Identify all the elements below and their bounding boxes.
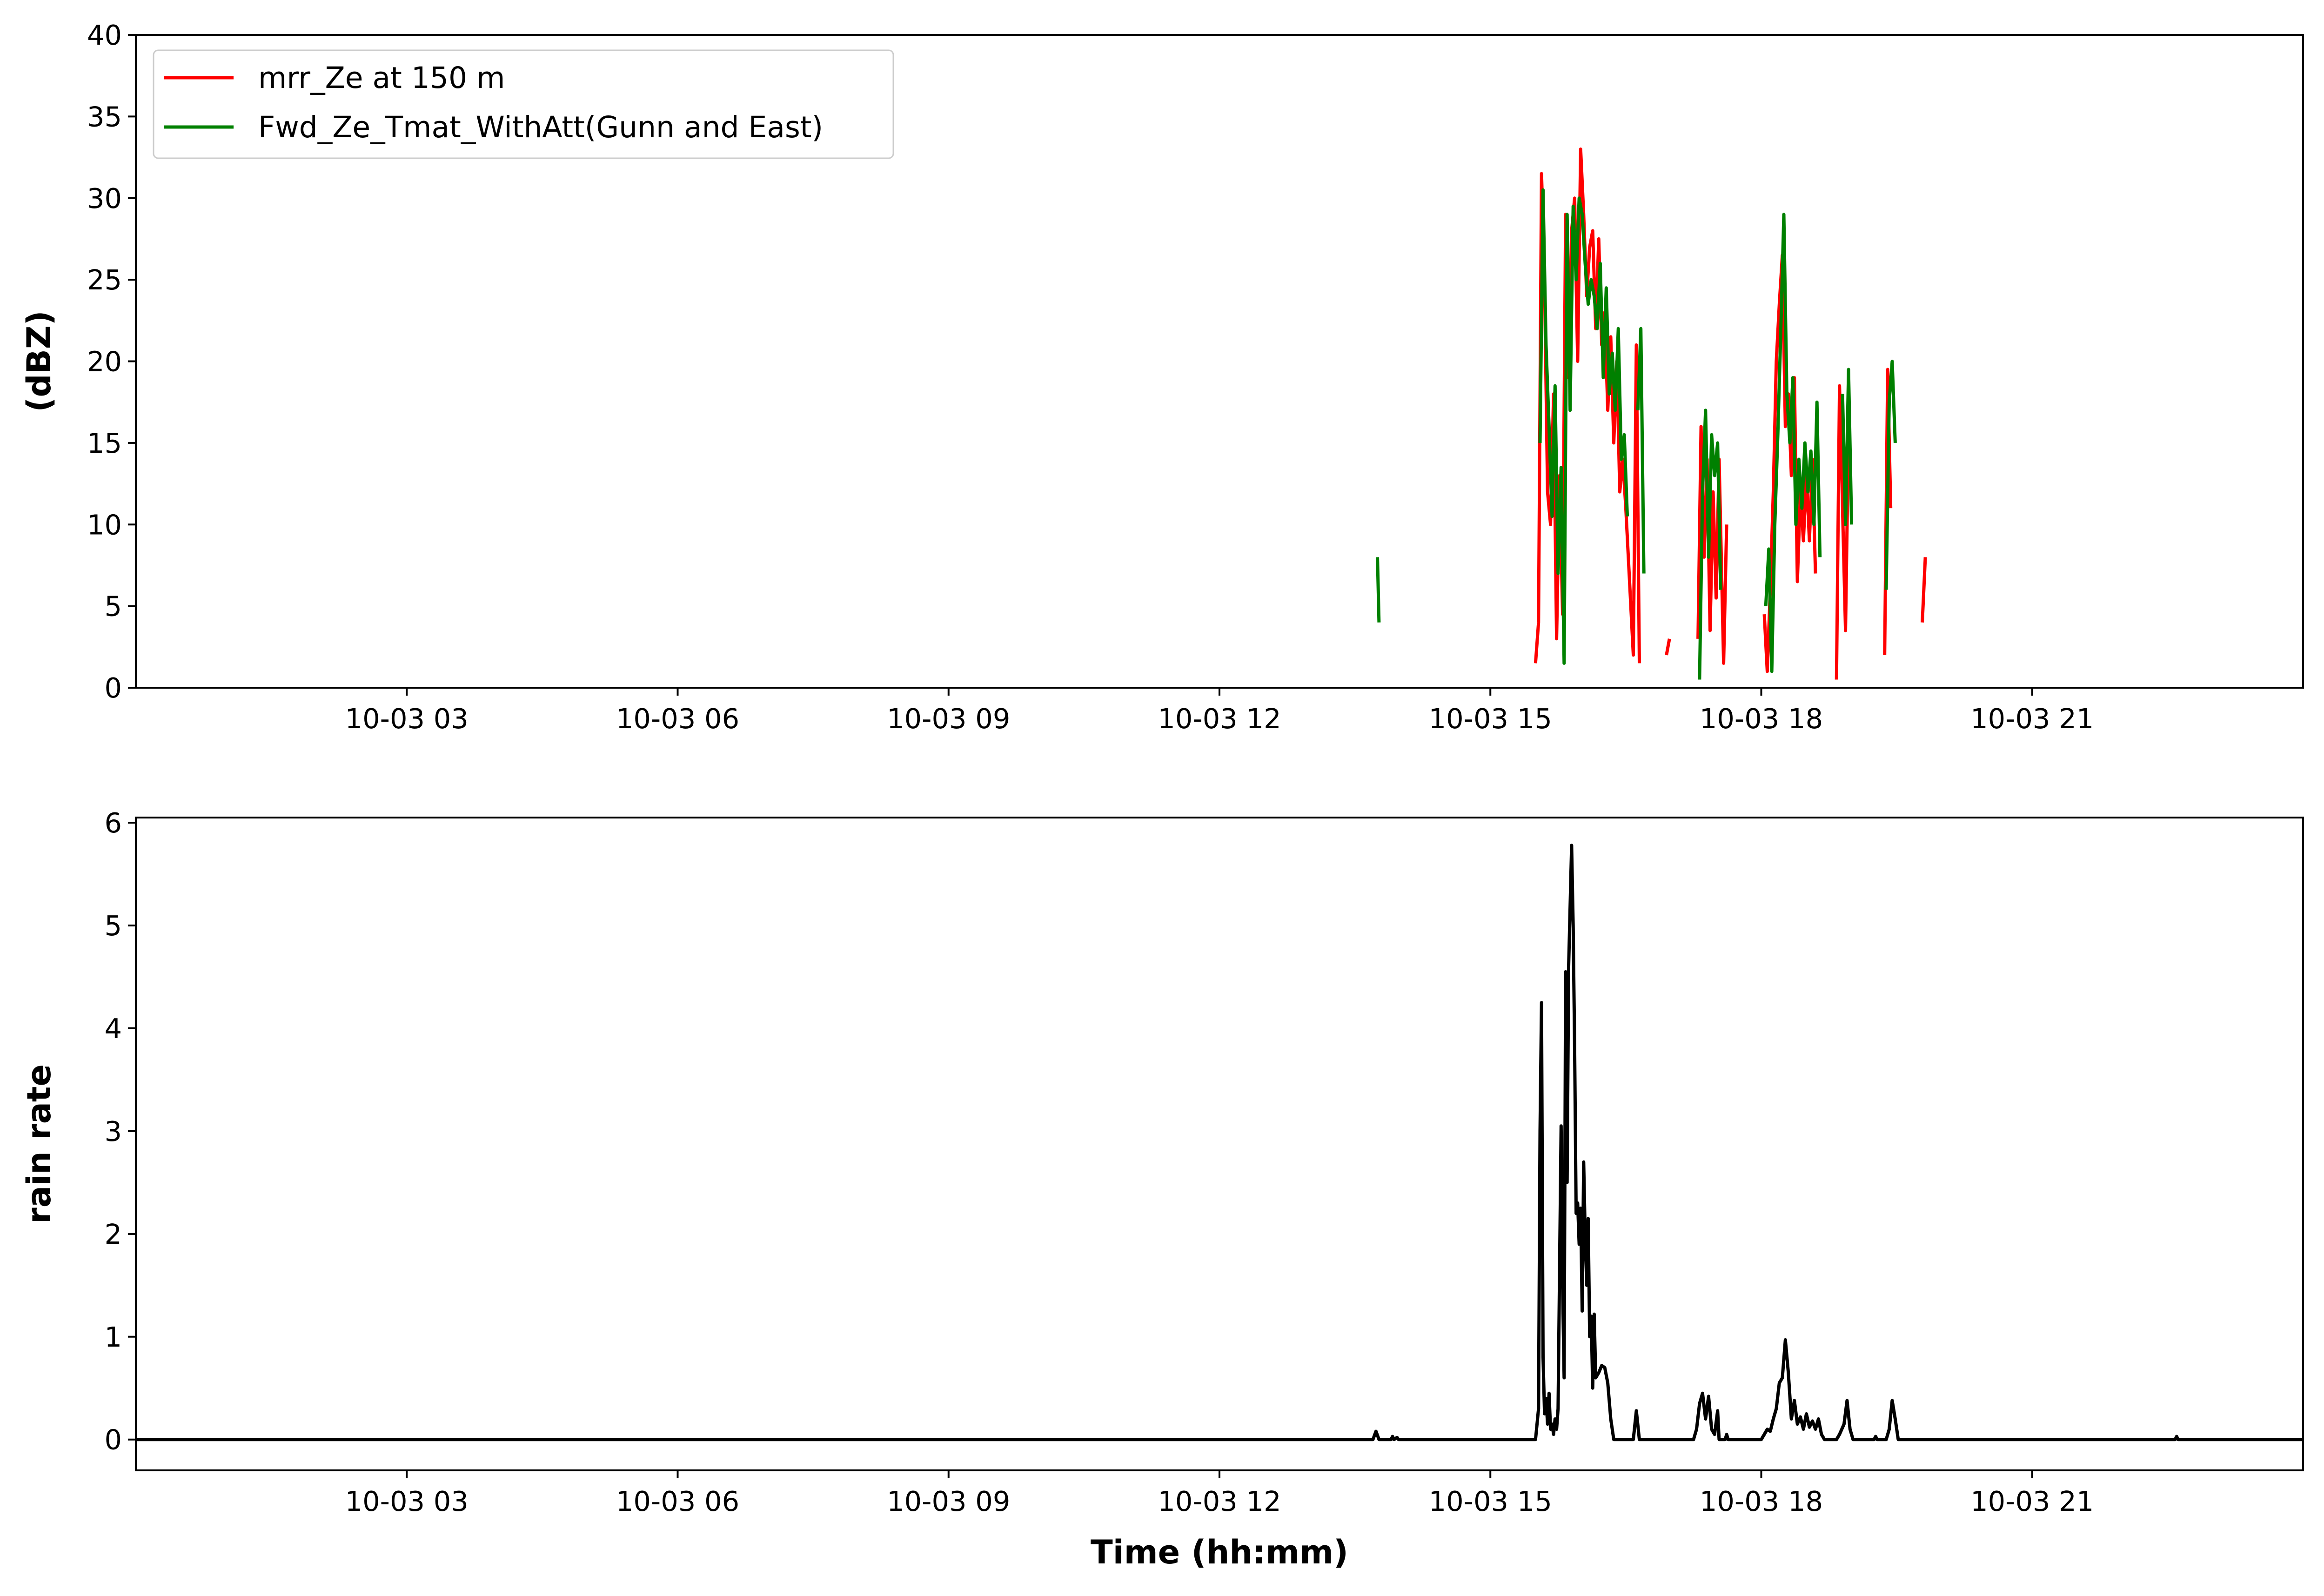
reflectivity-y-axis-title: (dBZ) [20,310,58,412]
x-tick-label: 10-03 18 [1700,703,1823,735]
y-tick-label: 20 [87,346,122,378]
rain-rate-y-axis-title: rain rate [20,1064,58,1224]
x-tick-label: 10-03 06 [616,1485,739,1517]
y-tick-label: 40 [87,19,122,51]
y-tick-label: 1 [104,1321,122,1353]
x-tick-label: 10-03 18 [1700,1485,1823,1517]
legend-label-mrr-ze: mrr_Ze at 150 m [258,61,505,95]
y-tick-label: 35 [87,101,122,133]
x-tick-label: 10-03 09 [887,1485,1010,1517]
y-tick-label: 30 [87,182,122,215]
x-tick-label: 10-03 15 [1429,1485,1552,1517]
y-tick-label: 10 [87,509,122,541]
reflectivity-legend: mrr_Ze at 150 m Fwd_Ze_Tmat_WithAtt(Gunn… [153,49,894,159]
y-tick-label: 5 [104,910,122,942]
time-x-axis-title: Time (hh:mm) [1091,1533,1348,1571]
x-tick-label: 10-03 21 [1970,703,2094,735]
x-tick-label: 10-03 06 [616,703,739,735]
y-tick-label: 25 [87,264,122,296]
series-1-segment-0 [1376,557,1381,623]
y-tick-label: 5 [104,590,122,623]
y-tick-label: 0 [104,672,122,704]
y-tick-label: 3 [104,1115,122,1147]
y-tick-label: 15 [87,427,122,459]
y-tick-label: 4 [104,1013,122,1045]
y-tick-label: 2 [104,1218,122,1250]
y-tick-label: 6 [104,807,122,839]
figure-background [0,0,2324,1596]
x-tick-label: 10-03 12 [1158,703,1281,735]
y-tick-label: 0 [104,1424,122,1456]
x-tick-label: 10-03 03 [345,703,469,735]
figure: 0510152025303540 10-03 03 10-03 06 10-03 0… [0,0,2324,1596]
x-tick-label: 10-03 21 [1970,1485,2094,1517]
x-tick-label: 10-03 09 [887,703,1010,735]
legend-label-fwd-ze: Fwd_Ze_Tmat_WithAtt(Gunn and East) [258,110,823,144]
x-tick-label: 10-03 15 [1429,703,1552,735]
x-tick-label: 10-03 12 [1158,1485,1281,1517]
x-tick-label: 10-03 03 [345,1485,469,1517]
